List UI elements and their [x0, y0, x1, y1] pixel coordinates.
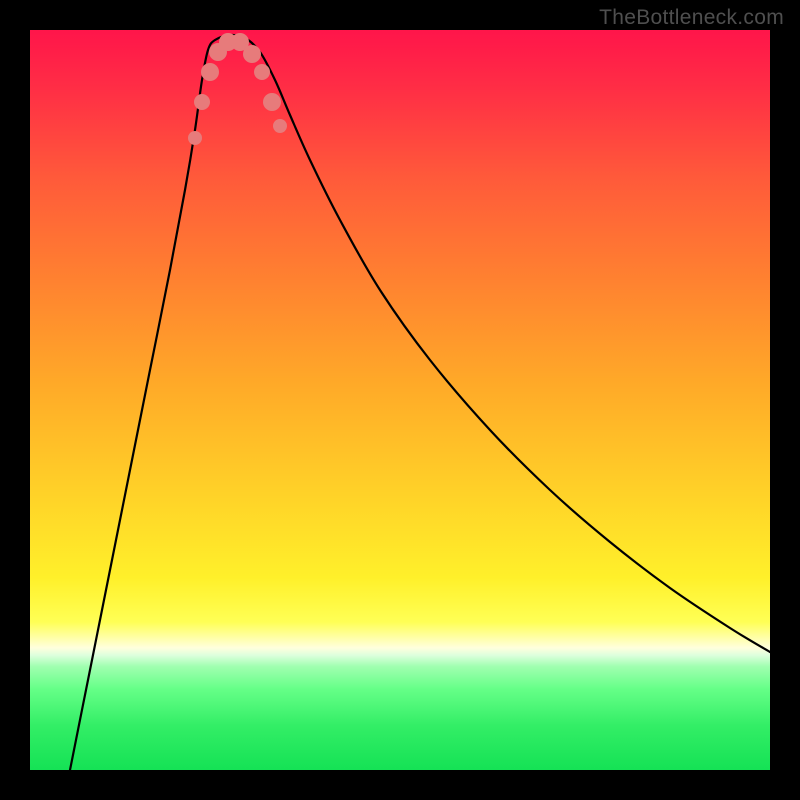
plot-area: [30, 30, 770, 770]
highlight-marker: [243, 45, 261, 63]
highlight-marker: [273, 119, 287, 133]
highlight-marker: [201, 63, 219, 81]
highlight-marker: [194, 94, 210, 110]
highlight-marker-group: [188, 33, 287, 145]
curve-svg: [30, 30, 770, 770]
highlight-marker: [188, 131, 202, 145]
watermark-text: TheBottleneck.com: [599, 6, 784, 30]
highlight-marker: [263, 93, 281, 111]
bottleneck-curve: [70, 35, 770, 770]
highlight-marker: [254, 64, 270, 80]
chart-frame: TheBottleneck.com: [0, 0, 800, 800]
